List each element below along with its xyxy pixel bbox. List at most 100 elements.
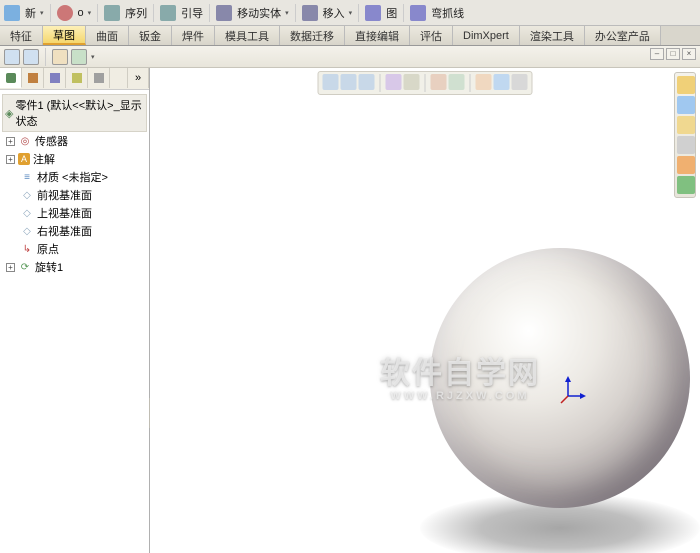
appearance-icon[interactable] <box>677 156 695 174</box>
tab-label: 评估 <box>420 28 442 44</box>
chevron-down-icon[interactable]: ▾ <box>88 9 92 17</box>
tree-item-revolve1[interactable]: + ⟳ 旋转1 <box>2 258 147 276</box>
minimize-button[interactable]: – <box>650 48 664 60</box>
tree-tab-tree[interactable] <box>0 68 22 88</box>
secondary-toolbar: ▾ <box>0 46 700 68</box>
apply-scene-icon[interactable] <box>494 74 510 90</box>
toolbar-icon-image[interactable] <box>365 5 381 21</box>
plane-icon: ◇ <box>20 224 34 238</box>
cube-icon[interactable] <box>677 176 695 194</box>
disk-icon[interactable] <box>677 136 695 154</box>
chevron-down-icon[interactable]: ▾ <box>349 9 353 17</box>
tab-datamigrate[interactable]: 数据迁移 <box>280 26 345 45</box>
expand-toggle[interactable]: + <box>6 137 15 146</box>
nav-prev-icon[interactable] <box>4 49 20 65</box>
model-sphere-wrapper <box>400 248 700 553</box>
top-toolbar: 新 ▾ ο ▾ 序列 引导 移动实体 ▾ 移入 ▾ 图 弯抓线 <box>0 0 700 26</box>
nav-next-icon[interactable] <box>23 49 39 65</box>
toolbar-separator <box>50 4 51 22</box>
tree-item-front-plane[interactable]: ◇ 前视基准面 <box>2 186 147 204</box>
props-icon <box>28 73 38 83</box>
maximize-button[interactable]: □ <box>666 48 680 60</box>
filter-icon[interactable] <box>52 49 68 65</box>
toolbar-label: ο <box>78 7 84 19</box>
tab-directedit[interactable]: 直接编辑 <box>345 26 410 45</box>
plane-icon: ◇ <box>20 206 34 220</box>
home-icon[interactable] <box>677 76 695 94</box>
toolbar-separator <box>45 48 46 66</box>
tab-label: 特征 <box>10 28 32 44</box>
expand-toggle[interactable]: + <box>6 263 15 272</box>
close-button[interactable]: × <box>682 48 696 60</box>
tab-evaluate[interactable]: 评估 <box>410 26 453 45</box>
tree-tab-config[interactable] <box>44 68 66 88</box>
toolbar-separator <box>153 4 154 22</box>
origin-icon: ↳ <box>20 242 34 256</box>
tree-item-right-plane[interactable]: ◇ 右视基准面 <box>2 222 147 240</box>
hide-show-icon[interactable] <box>449 74 465 90</box>
tab-weldment[interactable]: 焊件 <box>172 26 215 45</box>
tab-features[interactable]: 特征 <box>0 26 43 45</box>
tree-item-material[interactable]: ≡ 材质 <未指定> <box>2 168 147 186</box>
chevron-down-icon[interactable]: ▾ <box>285 9 289 17</box>
view-settings-icon[interactable] <box>512 74 528 90</box>
chevron-down-icon[interactable]: ▾ <box>40 9 44 17</box>
tab-label: 焊件 <box>182 28 204 44</box>
toolbar-icon-move[interactable] <box>216 5 232 21</box>
tab-sketch[interactable]: 草图 <box>43 26 86 45</box>
folder-icon[interactable] <box>677 116 695 134</box>
tree-tab-expand[interactable]: » <box>127 68 149 88</box>
tab-label: 渲染工具 <box>530 28 574 44</box>
toolbar-separator <box>358 4 359 22</box>
tree-tab-row: » <box>0 68 149 90</box>
toolbar-icon-movein[interactable] <box>302 5 318 21</box>
tree-tab-dim[interactable] <box>66 68 88 88</box>
tab-label: DimXpert <box>463 30 509 42</box>
toolbar-icon-guide[interactable] <box>160 5 176 21</box>
sensor-icon: ◎ <box>18 134 32 148</box>
tree-item-label: 右视基准面 <box>37 223 92 239</box>
refresh-icon[interactable] <box>71 49 87 65</box>
edit-appearance-icon[interactable] <box>476 74 492 90</box>
toolbar-icon-circle[interactable] <box>57 5 73 21</box>
tab-office[interactable]: 办公室产品 <box>585 26 661 45</box>
section-view-icon[interactable] <box>431 74 447 90</box>
tree-tab-props[interactable] <box>22 68 44 88</box>
tab-label: 办公室产品 <box>595 28 650 44</box>
part-icon: ◈ <box>5 107 13 120</box>
toolbar-icon-seq[interactable] <box>104 5 120 21</box>
toolbar-icon-new[interactable] <box>4 5 20 21</box>
tree-item-sensor[interactable]: + ◎ 传感器 <box>2 132 147 150</box>
tree-item-top-plane[interactable]: ◇ 上视基准面 <box>2 204 147 222</box>
origin-triad[interactable] <box>558 376 586 409</box>
tree-item-label: 上视基准面 <box>37 205 92 221</box>
view-heads-up-toolbar <box>318 71 533 95</box>
tab-label: 数据迁移 <box>290 28 334 44</box>
expand-toggle[interactable]: + <box>6 155 15 164</box>
zoom-prev-icon[interactable] <box>359 74 375 90</box>
toolbar-separator <box>209 4 210 22</box>
display-style-icon[interactable] <box>404 74 420 90</box>
toolbar-label: 移入 <box>323 5 345 21</box>
plane-icon: ◇ <box>20 188 34 202</box>
tree-item-annotations[interactable]: + A 注解 <box>2 150 147 168</box>
view-orientation-icon[interactable] <box>386 74 402 90</box>
tab-moldtools[interactable]: 模具工具 <box>215 26 280 45</box>
tree-item-label: 原点 <box>37 241 59 257</box>
tree-item-origin[interactable]: ↳ 原点 <box>2 240 147 258</box>
layers-icon[interactable] <box>677 96 695 114</box>
chevron-down-icon[interactable]: ▾ <box>91 53 95 61</box>
tree-item-label: 注解 <box>33 151 55 167</box>
tree-item-label: 旋转1 <box>35 259 63 275</box>
tab-dimxpert[interactable]: DimXpert <box>453 26 520 45</box>
toolbar-icon-curve[interactable] <box>410 5 426 21</box>
tab-sheetmetal[interactable]: 钣金 <box>129 26 172 45</box>
zoom-area-icon[interactable] <box>341 74 357 90</box>
graphics-viewport[interactable]: 软件自学网 WWW.RJZXW.COM <box>150 68 700 553</box>
tab-render[interactable]: 渲染工具 <box>520 26 585 45</box>
zoom-fit-icon[interactable] <box>323 74 339 90</box>
window-controls: – □ × <box>650 48 696 60</box>
tree-root-header[interactable]: ◈ 零件1 (默认<<默认>_显示状态 <box>2 94 147 132</box>
tab-surface[interactable]: 曲面 <box>86 26 129 45</box>
tree-tab-display[interactable] <box>88 68 110 88</box>
